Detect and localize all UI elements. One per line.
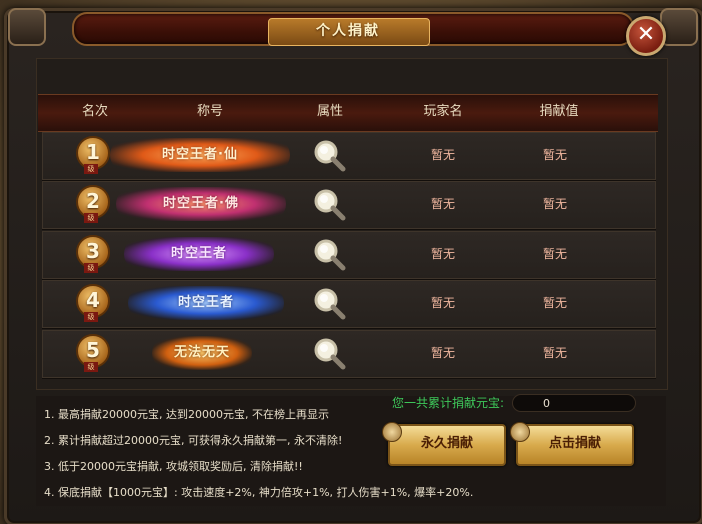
total-donation-field: 0 <box>512 394 636 412</box>
rank-suffix: 级 <box>84 362 98 372</box>
rank-medal: 1 级 <box>76 136 110 174</box>
title-badge: 时空王者·仙 <box>110 138 290 172</box>
magnifier-icon[interactable] <box>312 237 346 271</box>
rank-suffix: 级 <box>84 164 98 174</box>
rule-line: 4. 保底捐献【1000元宝】: 攻击速度+2%, 神力倍攻+1%, 打人伤害+… <box>44 486 474 499</box>
player-name-cell: 暂无 <box>430 148 455 162</box>
player-name-cell: 暂无 <box>430 346 455 360</box>
button-ornament <box>510 422 530 442</box>
title-badge: 时空王者 <box>124 237 274 271</box>
donation-value-cell: 暂无 <box>542 346 567 360</box>
rule-line: 1. 最高捐献20000元宝, 达到20000元宝, 不在榜上再显示 <box>44 408 329 421</box>
title-badge: 时空王者 <box>128 286 284 320</box>
rank-medal: 3 级 <box>76 235 110 273</box>
donation-value-cell: 暂无 <box>542 247 567 261</box>
rule-line: 2. 累计捐献超过20000元宝, 可获得永久捐献第一, 永不清除! <box>44 434 343 447</box>
magnifier-icon[interactable] <box>312 187 346 221</box>
header-title: 称号 <box>196 104 223 119</box>
rank-medal: 2 级 <box>76 185 110 223</box>
button-ornament <box>382 422 402 442</box>
magnifier-icon[interactable] <box>312 138 346 172</box>
close-button[interactable]: ✕ <box>626 16 666 56</box>
game-window-background: 个人捐献 ✕ 名次 称号 属性 玩家名 捐献值 1 级 时空王者·仙 暂无 暂无… <box>0 0 702 524</box>
permanent-donate-label: 永久捐献 <box>420 436 473 451</box>
player-name-cell: 暂无 <box>430 296 455 310</box>
header-donation-value: 捐献值 <box>539 104 579 119</box>
window-title: 个人捐献 <box>316 23 380 39</box>
rank-medal: 5 级 <box>76 334 110 372</box>
corner-ornament <box>660 8 698 46</box>
donate-button[interactable]: 点击捐献 <box>510 422 634 466</box>
header-rank: 名次 <box>81 104 108 119</box>
player-name-cell: 暂无 <box>430 247 455 261</box>
magnifier-icon[interactable] <box>312 286 346 320</box>
rank-medal: 4 级 <box>76 284 110 322</box>
header-attribute: 属性 <box>316 104 343 119</box>
corner-ornament <box>8 8 46 46</box>
donation-value-cell: 暂无 <box>542 296 567 310</box>
header-player-name: 玩家名 <box>423 104 463 119</box>
title-badge: 无法无天 <box>152 336 252 370</box>
total-donation-label: 您一共累计捐献元宝: <box>392 396 505 410</box>
donate-label: 点击捐献 <box>548 436 601 451</box>
player-name-cell: 暂无 <box>430 197 455 211</box>
rank-suffix: 级 <box>84 312 98 322</box>
donation-value-cell: 暂无 <box>542 197 567 211</box>
permanent-donate-button[interactable]: 永久捐献 <box>382 422 506 466</box>
donation-value-cell: 暂无 <box>542 148 567 162</box>
rule-line: 3. 低于20000元宝捐献, 攻城领取奖励后, 清除捐献!! <box>44 460 303 473</box>
magnifier-icon[interactable] <box>312 336 346 370</box>
rank-suffix: 级 <box>84 263 98 273</box>
title-badge: 时空王者·佛 <box>116 187 286 221</box>
rank-suffix: 级 <box>84 213 98 223</box>
